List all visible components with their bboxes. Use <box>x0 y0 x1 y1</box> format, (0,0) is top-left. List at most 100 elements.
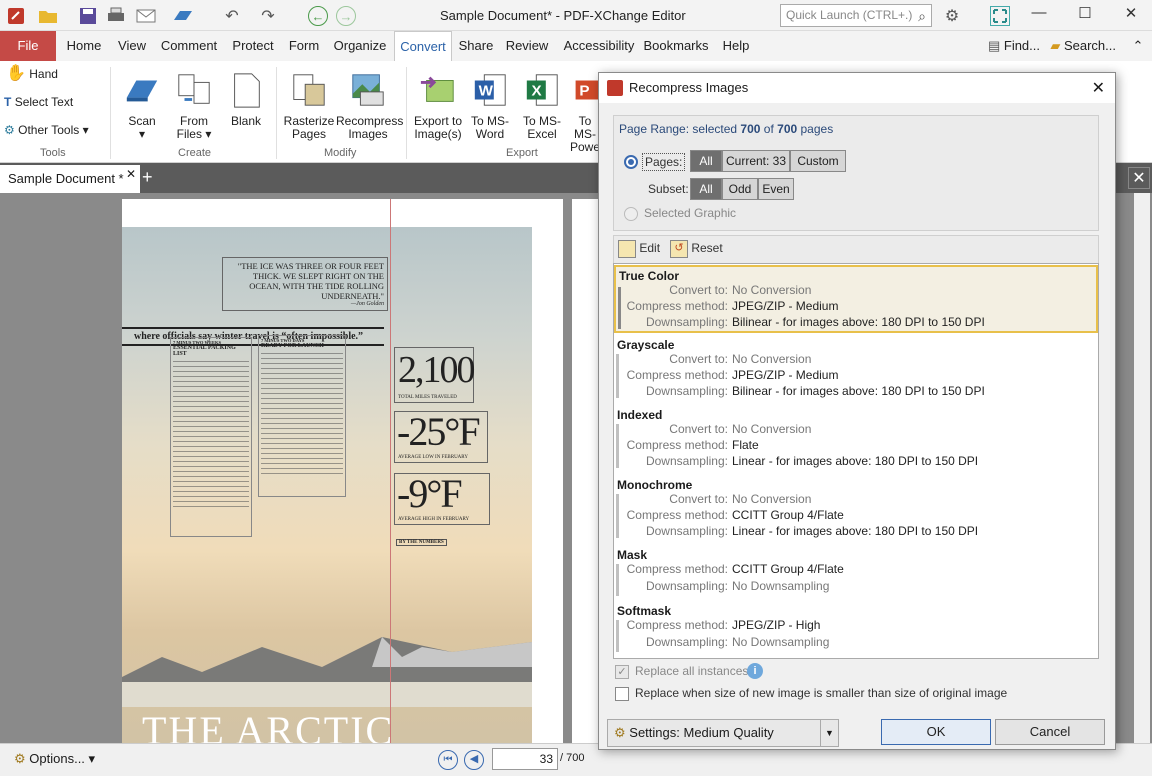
page-range-text: Page Range: selected 700 of 700 pages <box>619 122 834 136</box>
search-icon[interactable]: ⌕ <box>912 6 932 26</box>
excel-icon: X <box>526 74 558 106</box>
tab-home[interactable]: Home <box>62 31 106 61</box>
pages-all-button[interactable]: All <box>690 150 722 172</box>
tab-organize[interactable]: Organize <box>330 31 390 61</box>
other-tools-button[interactable]: ⚙ Other Tools ▾ <box>4 124 114 137</box>
reset-button[interactable]: ↺ Reset <box>670 240 723 258</box>
save-icon[interactable] <box>78 6 98 26</box>
replace-smaller-label: Replace when size of new image is smalle… <box>635 686 1008 700</box>
subset-even-button[interactable]: Even <box>758 178 794 200</box>
info-icon[interactable]: i <box>747 663 763 679</box>
search-button[interactable]: ▰ Search... <box>1042 31 1116 61</box>
select-text-button[interactable]: T Select Text <box>4 96 104 109</box>
find-label: Find... <box>1003 38 1040 53</box>
list-item-indexed[interactable]: Indexed Convert to: No Conversion Compres… <box>614 406 1098 474</box>
tab-form[interactable]: Form <box>284 31 324 61</box>
list-item-mask[interactable]: Mask Compress method: CCITT Group 4/Flate… <box>614 546 1098 600</box>
settings-icon[interactable]: ⚙ <box>942 6 962 26</box>
stat-box-low: -25°F AVERAGE LOW IN FEBRUARY <box>394 409 488 463</box>
replace-all-checkbox[interactable]: ✓ <box>615 665 629 679</box>
pages-label: Pages: <box>642 153 686 171</box>
cancel-button[interactable]: Cancel <box>995 719 1105 745</box>
dialog-close-icon[interactable]: ✕ <box>1092 78 1105 98</box>
hand-label: Hand <box>29 67 58 81</box>
tab-file[interactable]: File <box>0 31 56 61</box>
selected-graphic-radio[interactable] <box>624 207 638 221</box>
word-icon: W <box>474 74 506 106</box>
rasterize-pages-button[interactable]: Rasterize Pages <box>282 69 336 141</box>
recompress-images-button[interactable]: Recompress Images <box>336 69 403 141</box>
back-icon[interactable]: ← <box>308 6 328 26</box>
tab-view[interactable]: View <box>112 31 152 61</box>
tab-convert[interactable]: Convert <box>394 31 452 61</box>
scanner-icon[interactable] <box>172 6 192 26</box>
fullscreen-icon[interactable] <box>990 6 1010 26</box>
tab-accessibility[interactable]: Accessibility <box>558 31 640 61</box>
print-icon[interactable] <box>106 6 126 26</box>
dialog-title: Recompress Images <box>629 80 749 95</box>
list-item-grayscale[interactable]: Grayscale Convert to: No Conversion Compr… <box>614 336 1098 404</box>
pull-quote: "THE ICE WAS THREE OR FOUR FEET THICK. W… <box>237 261 384 301</box>
group-export-label: Export <box>506 147 538 159</box>
scan-label: Scan <box>128 114 156 128</box>
email-icon[interactable] <box>136 6 156 26</box>
recompress-icon <box>352 74 384 106</box>
options-button[interactable]: ⚙ Options... ▾ <box>14 751 95 767</box>
settings-gear-icon: ⚙ <box>614 725 626 740</box>
scan-button[interactable]: Scan ▾ <box>116 69 168 141</box>
previous-page-icon[interactable]: ◀ <box>464 750 484 770</box>
replace-smaller-checkbox[interactable] <box>615 687 629 701</box>
export-images-button[interactable]: Export to Image(s) <box>410 69 466 141</box>
subset-odd-button[interactable]: Odd <box>722 178 758 200</box>
replace-all-label: Replace all instances <box>635 664 749 678</box>
tab-bookmarks[interactable]: Bookmarks <box>642 31 710 61</box>
tab-help[interactable]: Help <box>716 31 756 61</box>
list-item-true-color[interactable]: True Color Convert to: No Conversion Comp… <box>614 265 1098 333</box>
edit-icon <box>618 240 636 258</box>
maximize-button[interactable]: ☐ <box>1070 4 1100 26</box>
edit-button[interactable]: Edit <box>618 240 660 258</box>
first-page-icon[interactable]: ⏮ <box>438 750 458 770</box>
pages-radio[interactable] <box>624 155 638 169</box>
to-excel-button[interactable]: X To MS-Excel <box>518 69 566 141</box>
pages-current-button[interactable]: Current: 33 <box>722 150 790 172</box>
forward-icon[interactable]: → <box>336 6 356 26</box>
vertical-scrollbar[interactable] <box>1134 193 1150 743</box>
tab-comment[interactable]: Comment <box>158 31 220 61</box>
to-powerpoint-button[interactable]: P To MS-Powe <box>568 69 602 154</box>
settings-value: Medium Quality <box>683 725 774 740</box>
tab-share[interactable]: Share <box>456 31 496 61</box>
tab-review[interactable]: Review <box>502 31 552 61</box>
close-document-icon[interactable]: ✕ <box>1128 167 1150 189</box>
page-number-input[interactable]: 33 <box>492 748 558 770</box>
find-button[interactable]: ▤ Find... <box>978 31 1040 61</box>
close-window-button[interactable]: ✕ <box>1116 4 1146 26</box>
tab-protect[interactable]: Protect <box>228 31 278 61</box>
undo-icon[interactable]: ↶ <box>222 6 242 26</box>
open-folder-icon[interactable] <box>38 6 58 26</box>
document-page: "THE ICE WAS THREE OR FOUR FEET THICK. W… <box>122 199 563 759</box>
list-item-monochrome[interactable]: Monochrome Convert to: No Conversion Comp… <box>614 476 1098 544</box>
arctic-photo: "THE ICE WAS THREE OR FOUR FEET THICK. W… <box>122 227 532 759</box>
blank-button[interactable]: Blank <box>222 69 270 128</box>
subset-all-button[interactable]: All <box>690 178 722 200</box>
list-item-softmask[interactable]: Softmask Compress method: JPEG/ZIP - High… <box>614 602 1098 656</box>
collapse-ribbon-icon[interactable]: ⌃ <box>1128 31 1148 61</box>
quick-launch-input[interactable]: Quick Launch (CTRL+.) <box>780 4 932 27</box>
from-files-label: From Files <box>176 114 208 141</box>
pages-custom-button[interactable]: Custom <box>790 150 846 172</box>
col1-body-text <box>173 361 249 511</box>
to-word-button[interactable]: W To MS-Word <box>466 69 514 141</box>
redo-icon[interactable]: ↷ <box>258 6 278 26</box>
ok-button[interactable]: OK <box>881 719 991 745</box>
stat-box-miles: 2,100 TOTAL MILES TRAVELED <box>394 347 475 403</box>
ribbon-tabs: File Home View Comment Protect Form Orga… <box>0 31 1152 61</box>
document-tab[interactable]: Sample Document * ✕ <box>0 165 140 193</box>
settings-dropdown[interactable]: ⚙ Settings: Medium Quality ▼ <box>607 719 839 747</box>
new-tab-icon[interactable]: + <box>142 167 153 188</box>
minimize-button[interactable]: — <box>1024 4 1054 26</box>
hand-tool-button[interactable]: ✋ Hand <box>6 66 106 82</box>
close-tab-icon[interactable]: ✕ <box>126 167 136 181</box>
svg-text:X: X <box>532 83 542 100</box>
from-files-button[interactable]: From Files ▾ <box>168 69 220 141</box>
